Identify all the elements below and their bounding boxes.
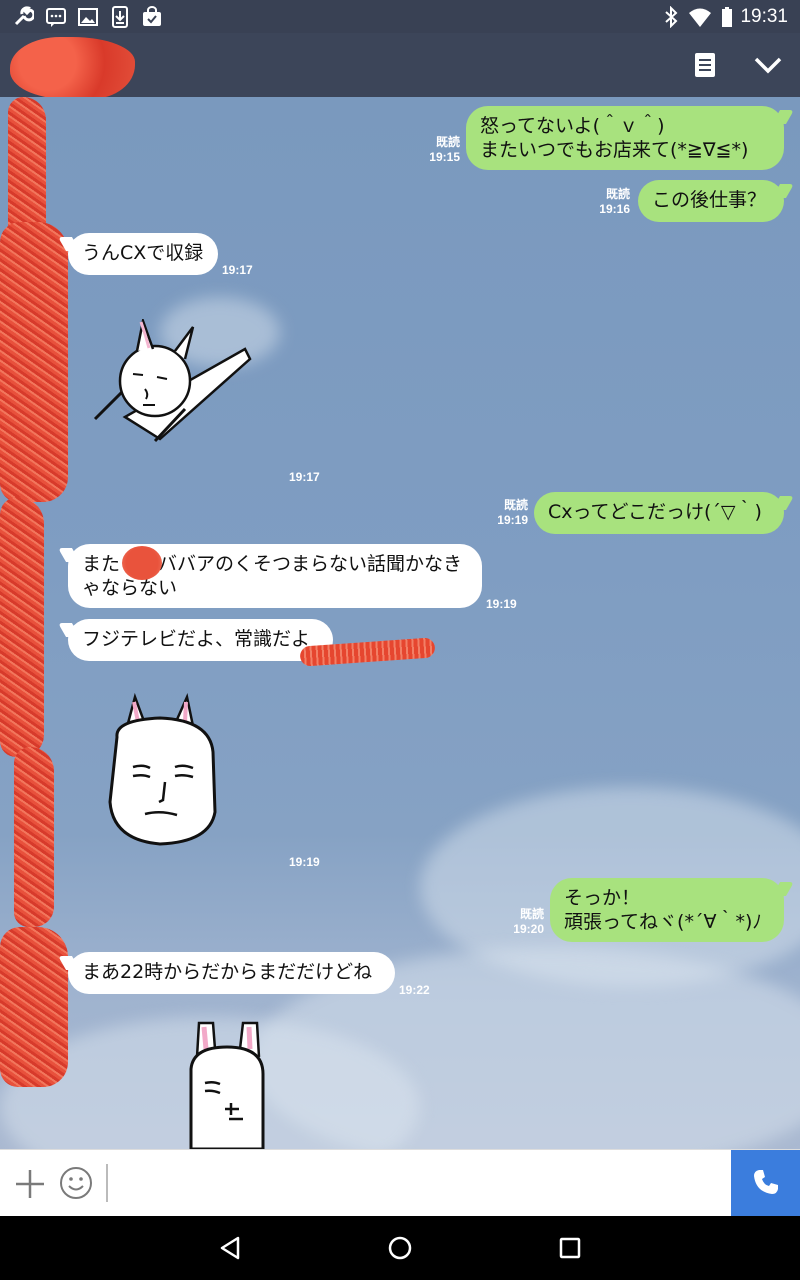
message-input-bar [0,1149,800,1217]
message-meta: 既読 19:16 [580,187,630,217]
phone-icon [751,1167,781,1201]
image-icon [77,6,99,28]
avatar-redaction [0,222,68,502]
chat-message-list[interactable]: 既読 19:15 怒ってないよ(＾ｖ＾) またいつでもお店来て(*≧∇≦*) 既… [0,97,800,1149]
message-time: 19:17 [222,263,253,277]
rabbit-peek-sticker[interactable] [185,1019,270,1149]
avatar-redaction [0,927,68,1087]
message-time: 19:19 [486,597,517,611]
system-nav-bar [0,1216,800,1280]
avatar-redaction [0,497,44,757]
message-time: 19:20 [513,922,544,936]
message-bubble-incoming[interactable]: フジテレビだよ、常識だよ [68,619,333,661]
message-time: 19:17 [289,470,320,484]
note-icon[interactable] [690,50,720,80]
home-icon[interactable] [384,1232,416,1264]
battery-icon [716,6,738,28]
message-time: 19:22 [399,983,430,997]
message-time: 19:16 [599,202,630,216]
text-redaction [122,546,162,580]
message-bubble-outgoing[interactable]: Cxってどこだっけ(´▽｀) [534,492,784,534]
emoji-icon[interactable] [59,1166,93,1200]
bluetooth-icon [660,6,682,28]
download-icon [109,6,131,28]
message-bubble-outgoing[interactable]: 怒ってないよ(＾ｖ＾) またいつでもお店来て(*≧∇≦*) [466,106,784,170]
read-receipt: 既読 [503,498,528,512]
chat-notification-icon [45,6,67,28]
message-bubble-incoming[interactable]: うんCXで収録 [68,233,218,275]
message-time: 19:19 [497,513,528,527]
message-time: 19:15 [429,150,460,164]
avatar-redaction [14,747,54,927]
read-receipt: 既読 [519,907,544,921]
read-receipt: 既読 [605,187,630,201]
message-bubble-outgoing[interactable]: そっか！ 頑張ってねヾ(*´∀｀*)ﾉ [550,878,784,942]
read-receipt: 既読 [435,135,460,149]
call-button[interactable] [731,1150,800,1217]
message-input[interactable] [106,1164,716,1202]
message-bubble-outgoing[interactable]: この後仕事？ [638,180,784,222]
message-time: 19:19 [289,855,320,869]
rabbit-lying-sticker[interactable] [85,316,255,449]
recents-icon[interactable] [554,1232,586,1264]
chevron-down-icon[interactable] [748,50,788,80]
message-meta: 既読 19:15 [410,135,460,165]
back-icon[interactable] [214,1232,246,1264]
wifi-icon [688,6,712,28]
message-meta: 既読 19:20 [494,907,544,937]
plus-icon[interactable] [14,1168,46,1200]
message-bubble-incoming[interactable]: まあ22時からだからまだだけどね [68,952,395,994]
status-bar: 19:31 [0,0,800,33]
message-meta: 既読 19:19 [478,498,528,528]
redaction-scribble [10,37,135,99]
rabbit-face-sticker[interactable] [105,692,220,852]
wrench-icon [12,6,34,28]
bag-icon [141,6,163,28]
status-time: 19:31 [740,6,788,27]
